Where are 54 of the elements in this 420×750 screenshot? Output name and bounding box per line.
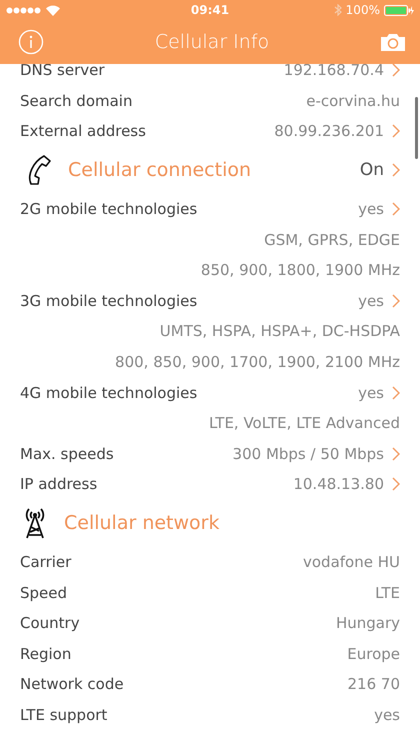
row-label: 3G mobile technologies <box>20 292 198 310</box>
row-label: Max. speeds <box>20 444 114 463</box>
row-label: Carrier <box>20 553 72 572</box>
camera-icon[interactable] <box>380 32 406 52</box>
row-label: Speed <box>20 584 68 602</box>
row-value: 80.99.236.201 <box>274 122 384 140</box>
row-value: e-corvina.hu <box>306 92 400 110</box>
row-label: External address <box>20 122 146 140</box>
row-label: LTE support <box>20 706 108 724</box>
bluetooth-icon <box>334 4 342 16</box>
chevron-icon <box>392 386 400 400</box>
row-value: 192.168.70.4 <box>284 61 384 80</box>
chevron-icon <box>392 202 400 216</box>
section-title: Cellular connection <box>68 159 252 182</box>
chevron-icon <box>392 63 400 78</box>
row-value: 300 Mbps / 50 Mbps <box>232 444 384 463</box>
detail-value: UMTS, HSPA, HSPA+, DC-HSDPA <box>160 322 400 340</box>
section-value: On <box>360 160 384 180</box>
row-value: yes <box>358 292 384 310</box>
row-value: yes <box>358 384 384 402</box>
chevron-icon <box>392 446 400 461</box>
row-label: IP address <box>20 475 98 494</box>
row-value: Hungary <box>336 614 400 632</box>
section-title: Cellular network <box>64 512 220 534</box>
info-icon[interactable] <box>18 29 44 55</box>
detail-value: LTE, VoLTE, LTE Advanced <box>208 414 400 432</box>
chevron-icon <box>392 294 400 308</box>
battery-percent: 100% <box>346 3 380 17</box>
row-value: LTE <box>375 584 400 602</box>
row-label: DNS server <box>20 61 105 80</box>
row-value: yes <box>358 200 384 218</box>
nav-title: Cellular Info <box>154 31 270 53</box>
row-value: Europe <box>347 644 400 663</box>
status-time: 09:41 <box>190 3 230 17</box>
row-value: yes <box>374 706 400 724</box>
wifi-icon <box>46 4 60 16</box>
signal-icon <box>6 6 42 14</box>
row-label: Country <box>20 614 80 632</box>
scroll-bar <box>415 97 418 159</box>
row-label: 2G mobile technologies <box>20 200 198 218</box>
row-label: Region <box>20 644 72 663</box>
chevron-icon <box>392 163 400 178</box>
row-label: Search domain <box>20 92 132 110</box>
row-value: vodafone HU <box>303 553 400 572</box>
detail-value: 850, 900, 1800, 1900 MHz <box>200 261 400 280</box>
detail-value: 800, 850, 900, 1700, 1900, 2100 MHz <box>115 353 400 372</box>
row-label: 4G mobile technologies <box>20 384 198 402</box>
row-value: 216 70 <box>348 675 400 694</box>
row-label: Network code <box>20 675 124 694</box>
row-value: 10.48.13.80 <box>293 475 384 494</box>
battery-icon <box>384 4 414 16</box>
detail-value: GSM, GPRS, EDGE <box>264 230 400 249</box>
chevron-icon <box>392 477 400 492</box>
chevron-icon <box>392 124 400 138</box>
